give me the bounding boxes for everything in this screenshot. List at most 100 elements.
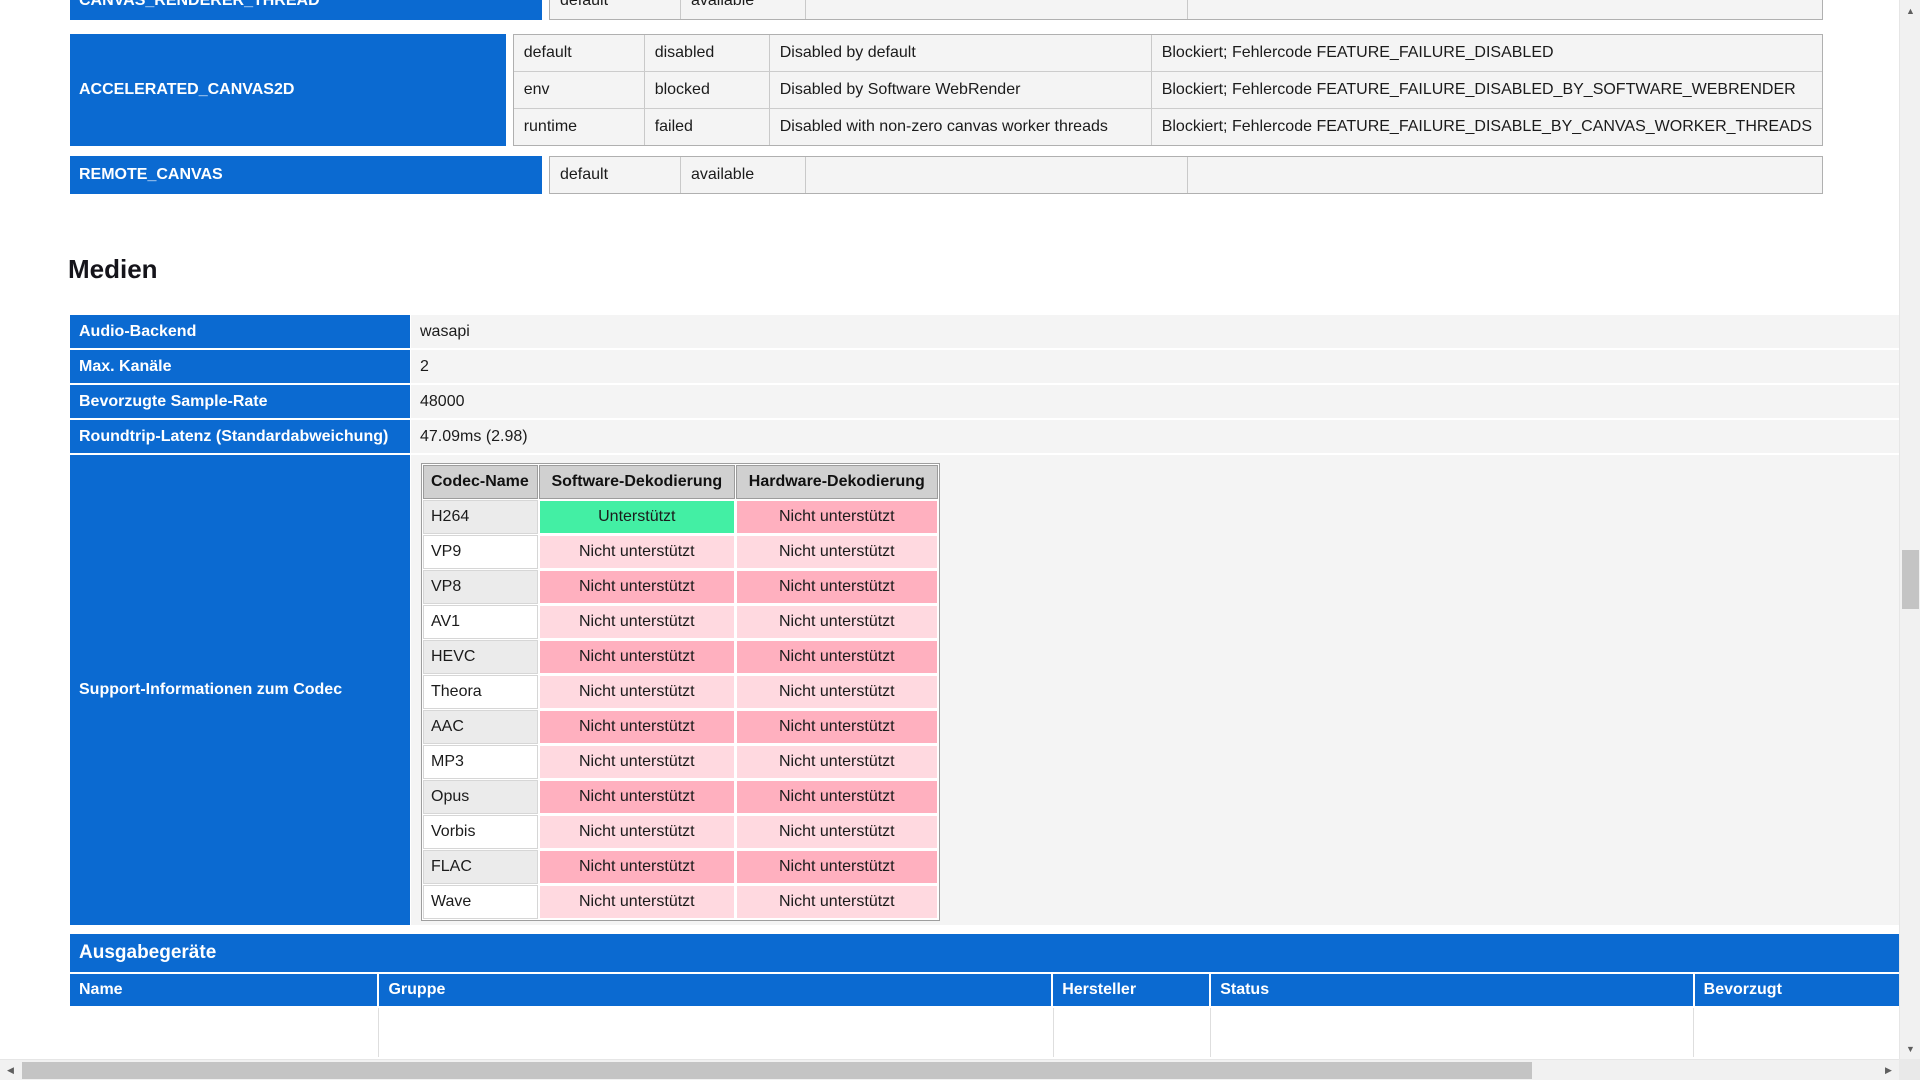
hardware-decoding-cell: Nicht unterstützt — [736, 745, 938, 779]
entry-message-cell: Disabled by Software WebRender — [770, 72, 1152, 108]
output-column-header-status: Status — [1211, 974, 1692, 1006]
output-column-header-gruppe: Gruppe — [379, 974, 1051, 1006]
codec-support-table: Codec-NameSoftware-DekodierungHardware-D… — [421, 463, 940, 921]
codec-table-row: AACNicht unterstütztNicht unterstützt — [423, 710, 938, 744]
output-empty-cell — [70, 1008, 379, 1057]
entry-message-cell: Disabled by default — [770, 35, 1152, 71]
feature-entry-row: runtimefailedDisabled with non-zero canv… — [514, 109, 1822, 145]
hardware-decoding-cell: Nicht unterstützt — [736, 605, 938, 639]
software-decoding-cell: Nicht unterstützt — [539, 605, 735, 639]
scroll-up-icon[interactable]: ▲ — [1900, 0, 1920, 21]
graphics-feature-row: REMOTE_CANVASdefaultavailable — [70, 156, 1823, 194]
media-row-value: 47.09ms (2.98) — [411, 420, 1899, 453]
scrollbar-corner — [1899, 1059, 1920, 1080]
codec-table-row: OpusNicht unterstütztNicht unterstützt — [423, 780, 938, 814]
output-column-header-hersteller: Hersteller — [1053, 974, 1209, 1006]
horizontal-scrollbar[interactable]: ◀ ▶ — [0, 1059, 1899, 1080]
horizontal-scrollbar-thumb[interactable] — [22, 1062, 1532, 1079]
graphics-feature-row: CANVAS_RENDERER_THREADdefaultavailable — [70, 0, 1823, 20]
output-column-header-bevorzugt: Bevorzugt — [1695, 974, 1899, 1006]
media-row-value: wasapi — [411, 315, 1899, 348]
codec-table-row: VorbisNicht unterstütztNicht unterstützt — [423, 815, 938, 849]
graphics-feature-table: CANVAS_RENDERER_THREADdefaultavailable AC… — [70, 0, 1823, 194]
entry-type-cell: default — [514, 35, 645, 71]
codec-table-row: TheoraNicht unterstütztNicht unterstützt — [423, 675, 938, 709]
entry-status-cell: available — [681, 157, 806, 193]
feature-entries-table: defaultavailable — [549, 0, 1823, 20]
output-devices-empty-row — [70, 1008, 1899, 1057]
entry-failure-cell: Blockiert; Fehlercode FEATURE_FAILURE_DI… — [1152, 35, 1822, 71]
output-empty-cell — [1054, 1008, 1211, 1057]
software-decoding-cell: Nicht unterstützt — [539, 745, 735, 779]
hardware-decoding-cell: Nicht unterstützt — [736, 640, 938, 674]
codec-table-row: MP3Nicht unterstütztNicht unterstützt — [423, 745, 938, 779]
feature-entries-table: defaultavailable — [549, 156, 1823, 194]
entry-failure-cell: Blockiert; Fehlercode FEATURE_FAILURE_DI… — [1152, 72, 1822, 108]
codec-support-row: Support-Informationen zum Codec Codec-Na… — [70, 455, 1899, 925]
software-decoding-cell: Nicht unterstützt — [539, 780, 735, 814]
entry-status-cell: disabled — [645, 35, 770, 71]
software-decoding-cell: Nicht unterstützt — [539, 850, 735, 884]
output-empty-cell — [1694, 1008, 1899, 1057]
codec-name-cell: AV1 — [423, 605, 538, 639]
media-table: Audio-BackendwasapiMax. Kanäle2Bevorzugt… — [70, 315, 1899, 1057]
hardware-decoding-cell: Nicht unterstützt — [736, 780, 938, 814]
hardware-decoding-cell: Nicht unterstützt — [736, 885, 938, 919]
graphics-feature-row: ACCELERATED_CANVAS2DdefaultdisabledDisab… — [70, 34, 1823, 146]
entry-type-cell: default — [550, 0, 681, 19]
output-column-header-name: Name — [70, 974, 377, 1006]
software-decoding-cell: Unterstützt — [539, 500, 735, 534]
feature-name-cell: ACCELERATED_CANVAS2D — [70, 34, 506, 146]
codec-header-row: Codec-NameSoftware-DekodierungHardware-D… — [423, 465, 938, 499]
media-row-label: Bevorzugte Sample-Rate — [70, 385, 410, 418]
output-devices-heading: Ausgabegeräte — [70, 934, 1899, 972]
software-decoding-cell: Nicht unterstützt — [539, 570, 735, 604]
codec-table-row: VP8Nicht unterstütztNicht unterstützt — [423, 570, 938, 604]
codec-column-header: Codec-Name — [423, 465, 538, 499]
codec-name-cell: H264 — [423, 500, 538, 534]
hardware-decoding-cell: Nicht unterstützt — [736, 500, 938, 534]
software-decoding-cell: Nicht unterstützt — [539, 535, 735, 569]
media-info-rows: Audio-BackendwasapiMax. Kanäle2Bevorzugt… — [70, 315, 1899, 453]
hardware-decoding-cell: Nicht unterstützt — [736, 815, 938, 849]
media-info-row: Bevorzugte Sample-Rate48000 — [70, 385, 1899, 418]
software-decoding-cell: Nicht unterstützt — [539, 640, 735, 674]
feature-entry-row: defaultavailable — [550, 157, 1822, 193]
entry-status-cell: available — [681, 0, 806, 19]
scroll-left-icon[interactable]: ◀ — [0, 1060, 21, 1081]
software-decoding-cell: Nicht unterstützt — [539, 710, 735, 744]
entry-type-cell: default — [550, 157, 681, 193]
media-info-row: Audio-Backendwasapi — [70, 315, 1899, 348]
codec-name-cell: Opus — [423, 780, 538, 814]
vertical-scrollbar-thumb[interactable] — [1902, 550, 1919, 609]
codec-name-cell: MP3 — [423, 745, 538, 779]
codec-name-cell: Wave — [423, 885, 538, 919]
hardware-decoding-cell: Nicht unterstützt — [736, 535, 938, 569]
codec-name-cell: Vorbis — [423, 815, 538, 849]
hardware-decoding-cell: Nicht unterstützt — [736, 850, 938, 884]
entry-type-cell: runtime — [514, 109, 645, 145]
media-row-label: Max. Kanäle — [70, 350, 410, 383]
entry-type-cell: env — [514, 72, 645, 108]
codec-name-cell: Theora — [423, 675, 538, 709]
codec-support-value-cell: Codec-NameSoftware-DekodierungHardware-D… — [411, 455, 1899, 925]
codec-table-row: FLACNicht unterstütztNicht unterstützt — [423, 850, 938, 884]
entry-message-cell — [806, 0, 1188, 19]
graphics-rows: CANVAS_RENDERER_THREADdefaultavailable AC… — [70, 0, 1823, 194]
output-devices-header-row: NameGruppeHerstellerStatusBevorzugt — [70, 974, 1899, 1006]
media-row-value: 2 — [411, 350, 1899, 383]
about-support-page: CANVAS_RENDERER_THREADdefaultavailable AC… — [0, 0, 1899, 1059]
codec-table-row: AV1Nicht unterstütztNicht unterstützt — [423, 605, 938, 639]
codec-column-header: Software-Dekodierung — [539, 465, 735, 499]
entry-failure-cell: Blockiert; Fehlercode FEATURE_FAILURE_DI… — [1152, 109, 1822, 145]
entry-message-cell — [806, 157, 1188, 193]
scroll-right-icon[interactable]: ▶ — [1878, 1060, 1899, 1081]
codec-name-cell: AAC — [423, 710, 538, 744]
entry-status-cell: failed — [645, 109, 770, 145]
vertical-scrollbar[interactable]: ▲ ▼ — [1899, 0, 1920, 1059]
feature-entry-row: envblockedDisabled by Software WebRender… — [514, 72, 1822, 109]
feature-entries-table: defaultdisabledDisabled by defaultBlocki… — [513, 34, 1823, 146]
output-empty-cell — [1211, 1008, 1695, 1057]
scroll-down-icon[interactable]: ▼ — [1900, 1038, 1920, 1059]
media-section-heading: Medien — [68, 252, 158, 286]
